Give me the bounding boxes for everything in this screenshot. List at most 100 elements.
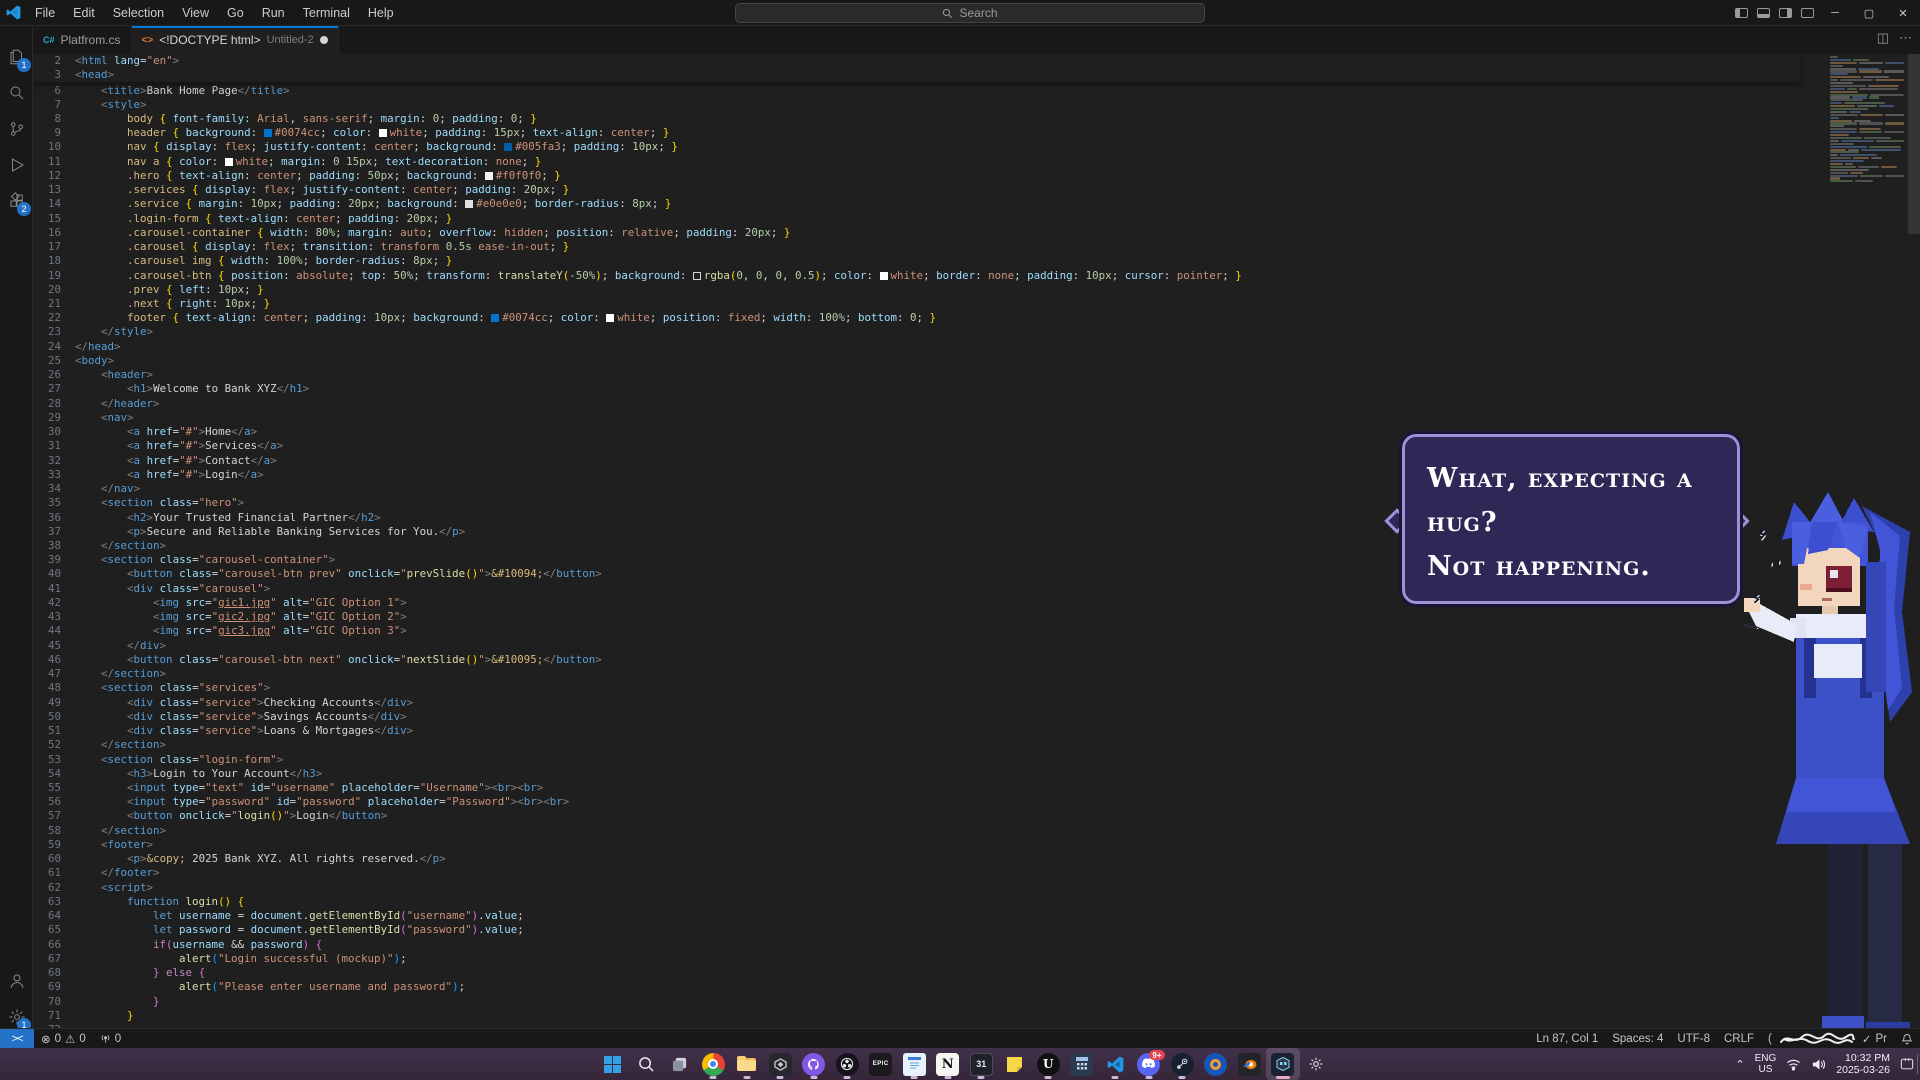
- taskbar-icon-music-app[interactable]: [1199, 1048, 1233, 1080]
- clock[interactable]: 10:32 PM2025-03-26: [1836, 1052, 1890, 1076]
- code-line-21: 21 .next { right: 10px; }: [33, 297, 1920, 311]
- running-indicator: [777, 1076, 784, 1079]
- taskbar-icon-windows-search[interactable]: [630, 1048, 664, 1080]
- color-swatch: [225, 158, 233, 166]
- problems-button[interactable]: ⊗0 ⚠0: [34, 1032, 93, 1046]
- scribble-redaction: [1778, 1031, 1856, 1047]
- taskbar-icon-blender[interactable]: [1233, 1048, 1267, 1080]
- menu-terminal[interactable]: Terminal: [294, 0, 359, 26]
- tab-untitled-2[interactable]: <><!DOCTYPE html>Untitled-2: [132, 26, 339, 54]
- taskbar-icon-github-desktop[interactable]: [797, 1048, 831, 1080]
- status-bar: >< ⊗0 ⚠0 0 Ln 87, Col 1 Spaces: 4 UTF-8 …: [0, 1028, 1920, 1048]
- running-indicator: [844, 1076, 851, 1079]
- menu-selection[interactable]: Selection: [104, 0, 173, 26]
- search-icon: [942, 8, 953, 19]
- menu-help[interactable]: Help: [359, 0, 403, 26]
- taskbar-icon-file-explorer[interactable]: [730, 1048, 764, 1080]
- search-sidebar-icon[interactable]: [0, 76, 33, 110]
- menu-file[interactable]: File: [26, 0, 64, 26]
- notifications-bell-icon[interactable]: [1894, 1033, 1920, 1045]
- color-swatch: [693, 272, 701, 280]
- remote-indicator-button[interactable]: ><: [0, 1029, 34, 1049]
- minimize-button[interactable]: ─: [1818, 0, 1852, 26]
- taskbar-icon-calendar[interactable]: 31: [965, 1048, 999, 1080]
- taskbar-icon-epic-games[interactable]: EPIC: [864, 1048, 898, 1080]
- customize-layout-icon[interactable]: [1796, 0, 1818, 26]
- taskbar-icon-sticky-notes[interactable]: [998, 1048, 1032, 1080]
- toggle-sidebar-icon[interactable]: [1730, 0, 1752, 26]
- indentation[interactable]: Spaces: 4: [1605, 1033, 1670, 1045]
- taskbar-icon-obs-studio[interactable]: [831, 1048, 865, 1080]
- tab-platfrom-cs[interactable]: C#Platfrom.cs: [33, 26, 132, 54]
- taskbar-icon-notepad[interactable]: [898, 1048, 932, 1080]
- html-file-icon: <>: [142, 35, 154, 46]
- taskbar-icon-task-view[interactable]: [663, 1048, 697, 1080]
- split-editor-icon[interactable]: ◫: [1877, 30, 1889, 46]
- taskbar-icon-notion[interactable]: N: [931, 1048, 965, 1080]
- wifi-icon[interactable]: [1786, 1058, 1801, 1071]
- taskbar-icon-vscode[interactable]: [1099, 1048, 1133, 1080]
- tray-chevron-icon[interactable]: ⌃: [1735, 1058, 1744, 1071]
- more-actions-icon[interactable]: ⋯: [1899, 30, 1912, 46]
- vscode-logo-icon[interactable]: [0, 5, 26, 20]
- language-mode[interactable]: ( ✓ Pr: [1761, 1031, 1894, 1047]
- code-line-9: 9 header { background: #0074cc; color: w…: [33, 126, 1920, 140]
- search-box[interactable]: Search: [735, 3, 1205, 23]
- minimap[interactable]: [1830, 56, 1904, 183]
- editor-actions: ◫ ⋯: [1877, 30, 1912, 46]
- toggle-secondary-sidebar-icon[interactable]: [1774, 0, 1796, 26]
- account-icon[interactable]: [0, 964, 33, 998]
- source-control-icon[interactable]: [0, 112, 33, 146]
- code-line-63: 63 function login() {: [33, 895, 1920, 909]
- scrollbar-thumb[interactable]: [1908, 54, 1920, 234]
- menu-view[interactable]: View: [173, 0, 218, 26]
- eol-sequence[interactable]: CRLF: [1717, 1033, 1761, 1045]
- notification-center-icon[interactable]: [1900, 1057, 1914, 1071]
- search-placeholder: Search: [959, 6, 997, 20]
- toggle-panel-icon[interactable]: [1752, 0, 1774, 26]
- running-indicator: [1179, 1076, 1186, 1079]
- code-line-50: 50 <div class="service">Savings Accounts…: [33, 710, 1920, 724]
- code-line-68: 68 } else {: [33, 966, 1920, 980]
- system-tray: ⌃ ENGUS 10:32 PM2025-03-26: [1735, 1048, 1914, 1080]
- extensions-icon[interactable]: 2: [0, 184, 33, 218]
- code-line-46: 46 <button class="carousel-btn next" onc…: [33, 653, 1920, 667]
- run-debug-icon[interactable]: [0, 148, 33, 182]
- taskbar-icon-chrome[interactable]: [697, 1048, 731, 1080]
- cursor-position[interactable]: Ln 87, Col 1: [1529, 1033, 1605, 1045]
- taskbar-icon-unity-hub[interactable]: [764, 1048, 798, 1080]
- language-indicator[interactable]: ENGUS: [1755, 1053, 1777, 1075]
- code-line-22: 22 footer { text-align: center; padding:…: [33, 311, 1920, 325]
- taskbar-icon-steam[interactable]: [1166, 1048, 1200, 1080]
- code-line-58: 58 </section>: [33, 824, 1920, 838]
- taskbar-icon-start[interactable]: [596, 1048, 630, 1080]
- volume-icon[interactable]: [1811, 1058, 1826, 1071]
- running-indicator: [743, 1076, 750, 1079]
- close-button[interactable]: ✕: [1886, 0, 1920, 26]
- menu-go[interactable]: Go: [218, 0, 253, 26]
- code-line-52: 52 </section>: [33, 738, 1920, 752]
- menu-edit[interactable]: Edit: [64, 0, 104, 26]
- running-indicator: [1112, 1076, 1119, 1079]
- taskbar-icon-discord[interactable]: 9+: [1132, 1048, 1166, 1080]
- code-line-7: 7 <style>: [33, 98, 1920, 112]
- code-line-2: 2<html lang="en">: [33, 54, 1800, 68]
- color-swatch: [379, 129, 387, 137]
- taskbar-icon-settings[interactable]: [1300, 1048, 1334, 1080]
- color-swatch: [504, 143, 512, 151]
- broadcast-icon: [100, 1033, 111, 1044]
- running-indicator: [978, 1076, 985, 1079]
- taskbar-icon-calculator[interactable]: [1065, 1048, 1099, 1080]
- encoding[interactable]: UTF-8: [1670, 1033, 1717, 1045]
- modified-dot-icon[interactable]: [320, 36, 328, 44]
- menu-run[interactable]: Run: [253, 0, 294, 26]
- taskbar-icon-desktop-pet[interactable]: [1266, 1048, 1300, 1080]
- explorer-icon[interactable]: 1: [0, 40, 33, 74]
- speech-bubble: What, expecting a hug? Not happening.: [1402, 434, 1740, 604]
- color-swatch: [465, 200, 473, 208]
- code-line-16: 16 .carousel-container { width: 80%; mar…: [33, 226, 1920, 240]
- color-swatch: [485, 172, 493, 180]
- ports-button[interactable]: 0: [93, 1033, 128, 1045]
- taskbar-icon-unreal-engine[interactable]: U: [1032, 1048, 1066, 1080]
- maximize-button[interactable]: ▢: [1852, 0, 1886, 26]
